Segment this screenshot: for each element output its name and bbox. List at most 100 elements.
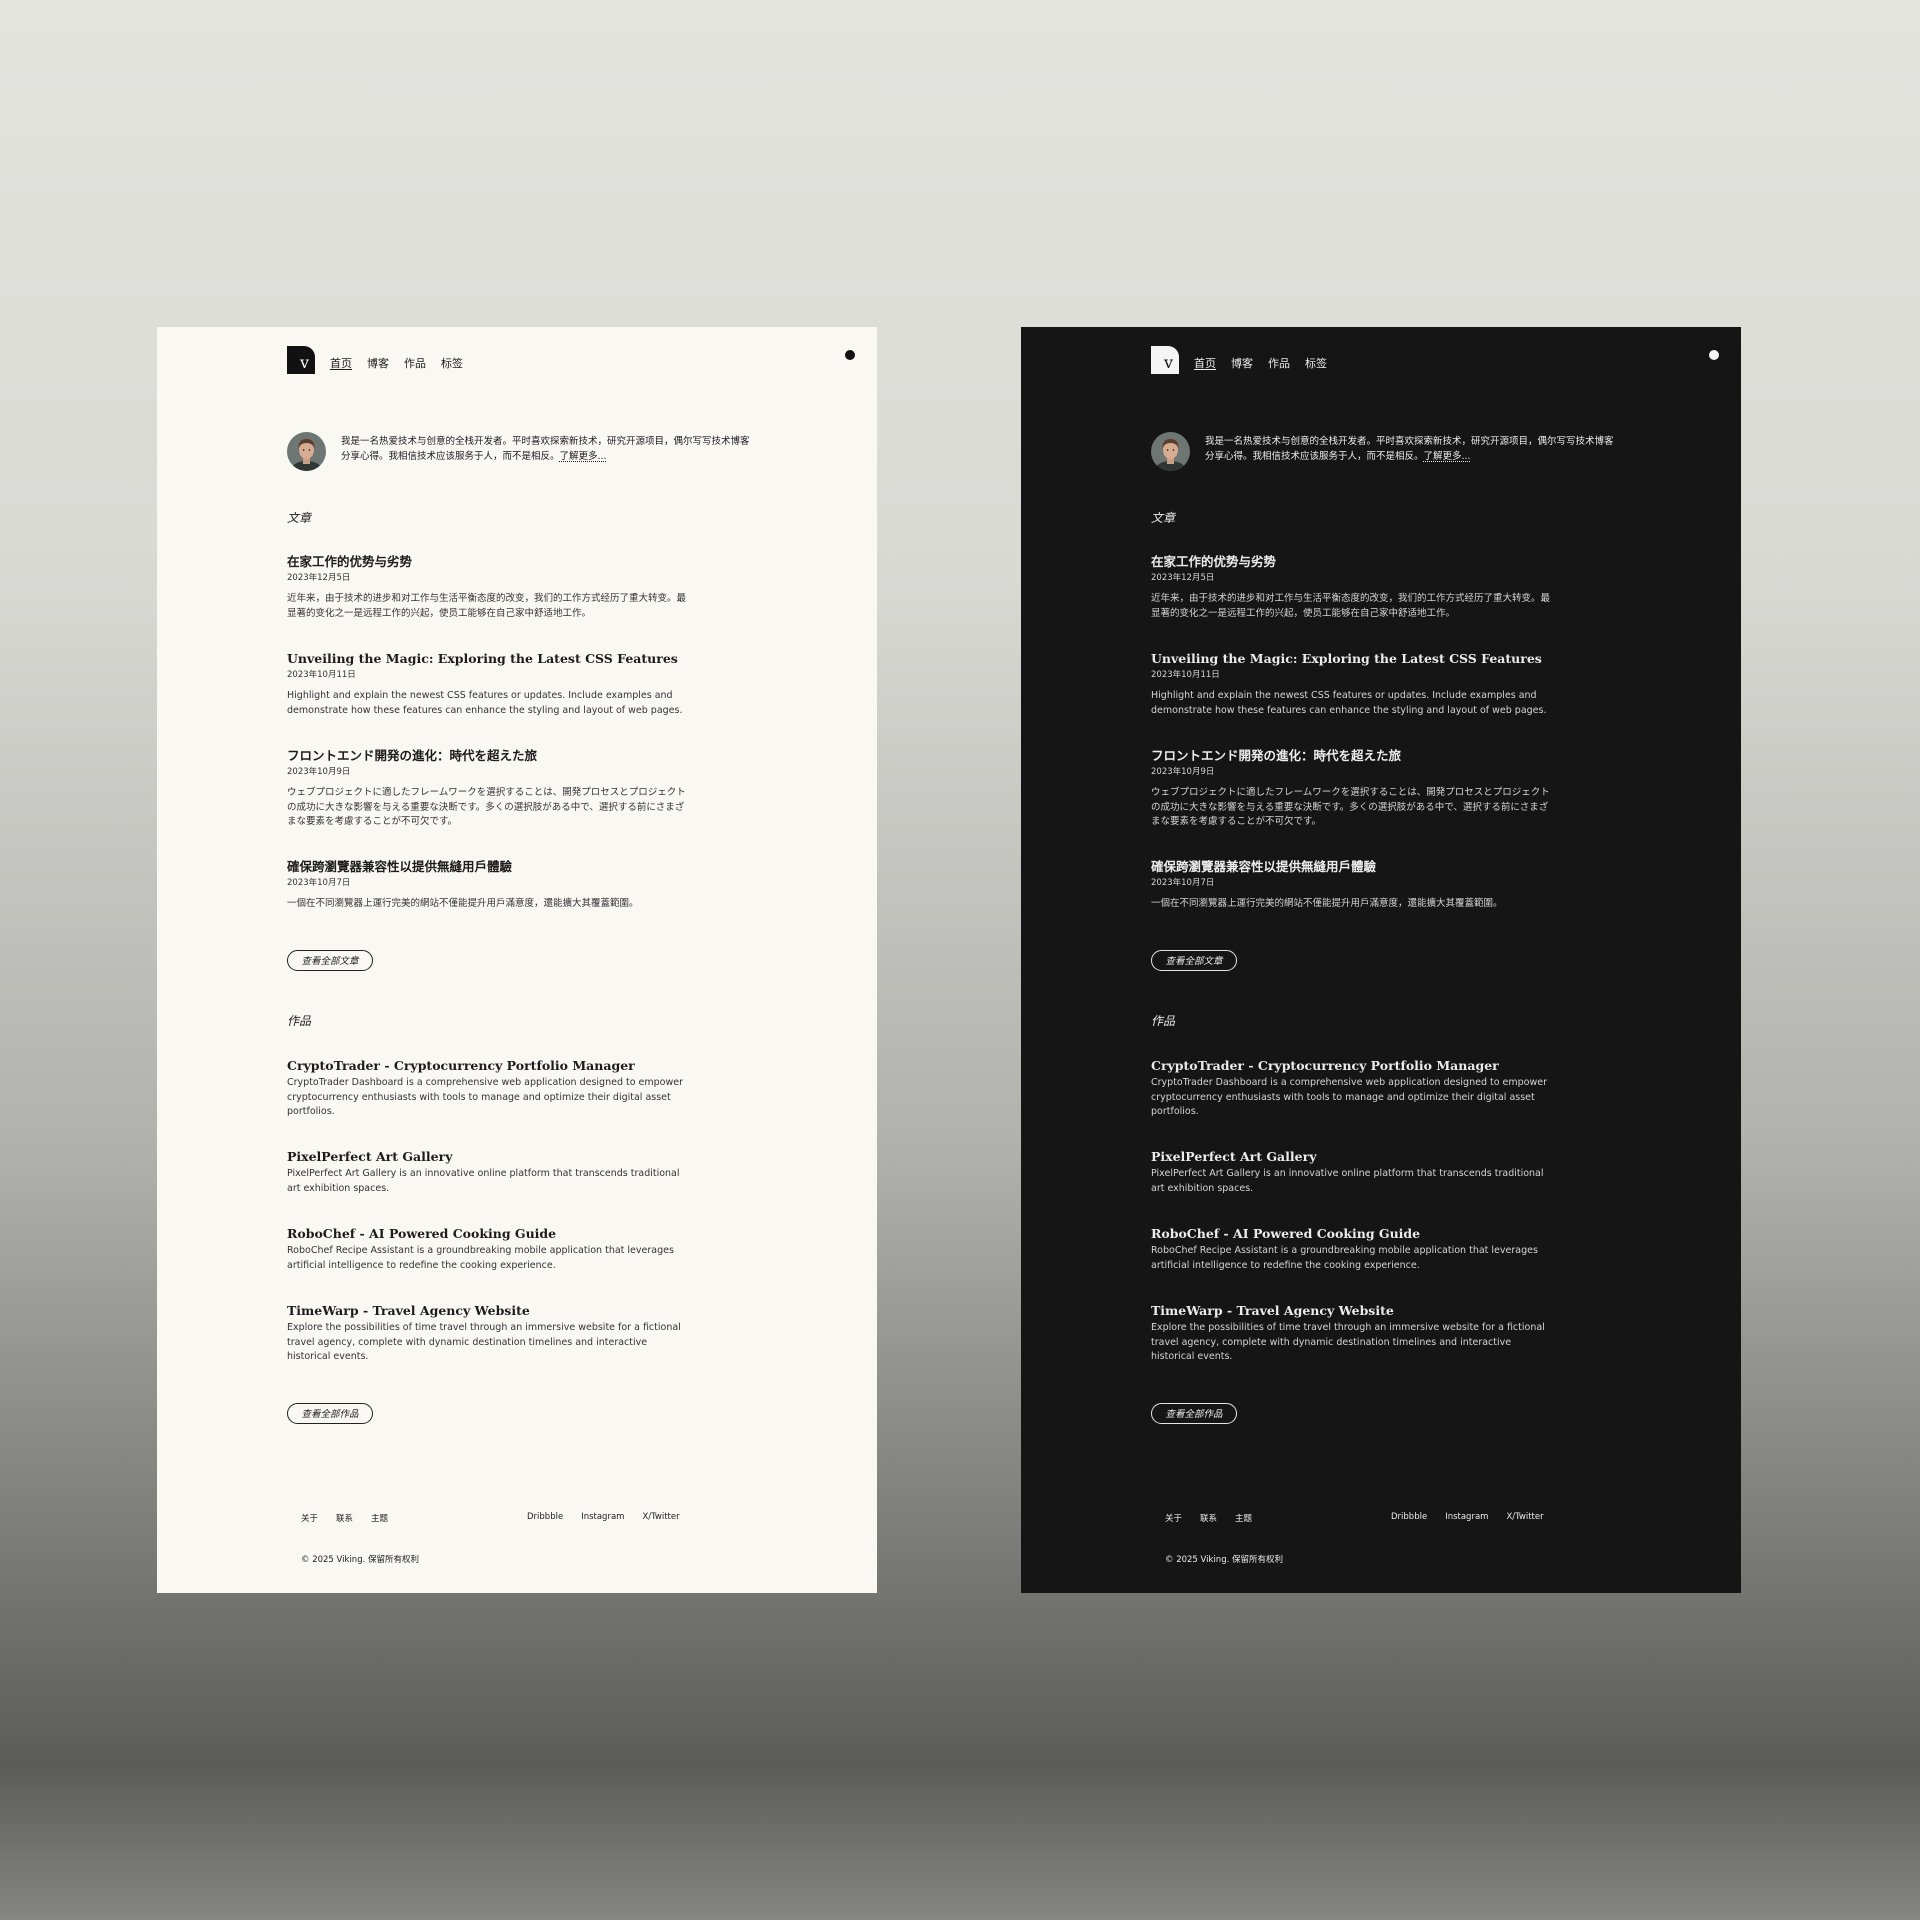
footer-contact-link[interactable]: 联系	[1200, 1512, 1217, 1524]
project-title[interactable]: TimeWarp - Travel Agency Website	[1151, 1303, 1551, 1319]
article-date: 2023年12月5日	[287, 573, 351, 583]
article-excerpt: ウェブプロジェクトに適したフレームワークを選択することは、開発プロセスとプロジェ…	[287, 787, 686, 827]
avatar	[1151, 432, 1190, 471]
project-item[interactable]: TimeWarp - Travel Agency Website Explore…	[1151, 1303, 1551, 1365]
dribbble-link[interactable]: Dribbble	[1391, 1512, 1427, 1522]
footer-nav: 关于 联系 主题	[301, 1512, 388, 1524]
twitter-link[interactable]: X/Twitter	[642, 1512, 679, 1522]
project-title[interactable]: CryptoTrader - Cryptocurrency Portfolio …	[287, 1058, 687, 1074]
nav-blog[interactable]: 博客	[1231, 355, 1253, 371]
dark-theme-preview: v 首页 博客 作品 标签 我是一名热爱技术与创意的全栈开发者。平时喜欢探索新技…	[1021, 327, 1741, 1593]
view-all-projects-button[interactable]: 查看全部作品	[1151, 1403, 1237, 1424]
article-title[interactable]: 確保跨瀏覽器兼容性以提供無縫用戶體驗	[1151, 859, 1551, 875]
footer-contact-link[interactable]: 联系	[336, 1512, 353, 1524]
project-desc: CryptoTrader Dashboard is a comprehensiv…	[287, 1077, 684, 1117]
article-item[interactable]: 確保跨瀏覽器兼容性以提供無縫用戶體驗 2023年10月7日 一個在不同瀏覽器上運…	[1151, 859, 1551, 912]
project-item[interactable]: RoboChef - AI Powered Cooking Guide Robo…	[287, 1226, 687, 1273]
article-title[interactable]: Unveiling the Magic: Exploring the Lates…	[287, 651, 687, 667]
project-title[interactable]: RoboChef - AI Powered Cooking Guide	[287, 1226, 687, 1242]
intro: 我是一名热爱技术与创意的全栈开发者。平时喜欢探索新技术，研究开源项目，偶尔写写技…	[287, 430, 757, 471]
nav-blog[interactable]: 博客	[367, 355, 389, 371]
article-item[interactable]: Unveiling the Magic: Exploring the Lates…	[287, 651, 687, 718]
project-title[interactable]: CryptoTrader - Cryptocurrency Portfolio …	[1151, 1058, 1551, 1074]
nav-works[interactable]: 作品	[1268, 355, 1290, 371]
project-item[interactable]: PixelPerfect Art Gallery PixelPerfect Ar…	[287, 1149, 687, 1196]
article-item[interactable]: フロントエンド開発の進化：時代を超えた旅 2023年10月9日 ウェブプロジェク…	[287, 748, 687, 830]
avatar	[287, 432, 326, 471]
article-item[interactable]: 在家工作的优势与劣势 2023年12月5日 近年来，由于技术的进步和对工作与生活…	[287, 554, 687, 621]
footer-theme-link[interactable]: 主题	[371, 1512, 388, 1524]
articles-heading: 文章	[287, 511, 312, 525]
intro-body: 我是一名热爱技术与创意的全栈开发者。平时喜欢探索新技术，研究开源项目，偶尔写写技…	[341, 436, 750, 462]
nav-tags[interactable]: 标签	[1305, 355, 1327, 371]
footer-nav: 关于 联系 主题	[1165, 1512, 1252, 1524]
article-date: 2023年10月9日	[1151, 767, 1215, 777]
article-title[interactable]: 在家工作的优势与劣势	[287, 554, 687, 570]
main-nav: 首页 博客 作品 标签	[330, 355, 463, 371]
project-title[interactable]: TimeWarp - Travel Agency Website	[287, 1303, 687, 1319]
logo-v-icon[interactable]: v	[287, 346, 315, 374]
article-excerpt: Highlight and explain the newest CSS fea…	[1151, 690, 1547, 716]
view-all-articles-button[interactable]: 查看全部文章	[1151, 950, 1237, 971]
instagram-link[interactable]: Instagram	[1445, 1512, 1488, 1522]
theme-toggle-icon[interactable]	[1709, 350, 1719, 360]
intro-text: 我是一名热爱技术与创意的全栈开发者。平时喜欢探索新技术，研究开源项目，偶尔写写技…	[1205, 434, 1621, 464]
article-item[interactable]: フロントエンド開発の進化：時代を超えた旅 2023年10月9日 ウェブプロジェク…	[1151, 748, 1551, 830]
learn-more-link[interactable]: 了解更多...	[560, 451, 607, 462]
instagram-link[interactable]: Instagram	[581, 1512, 624, 1522]
twitter-link[interactable]: X/Twitter	[1506, 1512, 1543, 1522]
project-item[interactable]: CryptoTrader - Cryptocurrency Portfolio …	[287, 1058, 687, 1120]
site-header: v 首页 博客 作品 标签	[287, 346, 861, 376]
project-title[interactable]: PixelPerfect Art Gallery	[1151, 1149, 1551, 1165]
article-title[interactable]: 在家工作的优势与劣势	[1151, 554, 1551, 570]
copyright: © 2025 Viking. 保留所有权利	[301, 1555, 419, 1565]
article-item[interactable]: 確保跨瀏覽器兼容性以提供無縫用戶體驗 2023年10月7日 一個在不同瀏覽器上運…	[287, 859, 687, 912]
footer-about-link[interactable]: 关于	[1165, 1512, 1182, 1524]
article-item[interactable]: Unveiling the Magic: Exploring the Lates…	[1151, 651, 1551, 718]
nav-works[interactable]: 作品	[404, 355, 426, 371]
article-excerpt: 近年来，由于技术的进步和对工作与生活平衡态度的改变，我们的工作方式经历了重大转变…	[1151, 593, 1551, 619]
project-desc: RoboChef Recipe Assistant is a groundbre…	[287, 1245, 674, 1271]
dribbble-link[interactable]: Dribbble	[527, 1512, 563, 1522]
nav-home[interactable]: 首页	[1194, 355, 1216, 371]
article-title[interactable]: 確保跨瀏覽器兼容性以提供無縫用戶體驗	[287, 859, 687, 875]
article-title[interactable]: フロントエンド開発の進化：時代を超えた旅	[287, 748, 687, 764]
intro-text: 我是一名热爱技术与创意的全栈开发者。平时喜欢探索新技术，研究开源项目，偶尔写写技…	[341, 434, 757, 464]
project-desc: RoboChef Recipe Assistant is a groundbre…	[1151, 1245, 1538, 1271]
article-date: 2023年10月11日	[287, 670, 356, 680]
nav-tags[interactable]: 标签	[441, 355, 463, 371]
project-item[interactable]: TimeWarp - Travel Agency Website Explore…	[287, 1303, 687, 1365]
articles-heading: 文章	[1151, 511, 1176, 525]
article-item[interactable]: 在家工作的优势与劣势 2023年12月5日 近年来，由于技术的进步和对工作与生活…	[1151, 554, 1551, 621]
view-all-projects-button[interactable]: 查看全部作品	[287, 1403, 373, 1424]
theme-toggle-icon[interactable]	[845, 350, 855, 360]
logo-letter: v	[1164, 353, 1174, 372]
nav-home[interactable]: 首页	[330, 355, 352, 371]
learn-more-link[interactable]: 了解更多...	[1424, 451, 1471, 462]
footer-about-link[interactable]: 关于	[301, 1512, 318, 1524]
project-title[interactable]: RoboChef - AI Powered Cooking Guide	[1151, 1226, 1551, 1242]
project-desc: PixelPerfect Art Gallery is an innovativ…	[287, 1168, 680, 1194]
site-header: v 首页 博客 作品 标签	[1151, 346, 1725, 376]
footer-theme-link[interactable]: 主题	[1235, 1512, 1252, 1524]
light-theme-preview: v 首页 博客 作品 标签 我是一名热爱技术与创意的全栈开发者。平时喜欢探索新技…	[157, 327, 877, 1593]
article-date: 2023年12月5日	[1151, 573, 1215, 583]
view-all-articles-button[interactable]: 查看全部文章	[287, 950, 373, 971]
intro: 我是一名热爱技术与创意的全栈开发者。平时喜欢探索新技术，研究开源项目，偶尔写写技…	[1151, 430, 1621, 471]
project-item[interactable]: RoboChef - AI Powered Cooking Guide Robo…	[1151, 1226, 1551, 1273]
copyright: © 2025 Viking. 保留所有权利	[1165, 1555, 1283, 1565]
project-desc: Explore the possibilities of time travel…	[287, 1322, 681, 1362]
project-item[interactable]: PixelPerfect Art Gallery PixelPerfect Ar…	[1151, 1149, 1551, 1196]
project-desc: PixelPerfect Art Gallery is an innovativ…	[1151, 1168, 1544, 1194]
article-excerpt: 一個在不同瀏覽器上運行完美的網站不僅能提升用戶滿意度，還能擴大其覆蓋範圍。	[287, 898, 639, 909]
project-desc: Explore the possibilities of time travel…	[1151, 1322, 1545, 1362]
article-title[interactable]: Unveiling the Magic: Exploring the Lates…	[1151, 651, 1551, 667]
main-nav: 首页 博客 作品 标签	[1194, 355, 1327, 371]
logo-v-icon[interactable]: v	[1151, 346, 1179, 374]
projects-heading: 作品	[1151, 1014, 1176, 1028]
article-date: 2023年10月11日	[1151, 670, 1220, 680]
project-item[interactable]: CryptoTrader - Cryptocurrency Portfolio …	[1151, 1058, 1551, 1120]
project-title[interactable]: PixelPerfect Art Gallery	[287, 1149, 687, 1165]
article-excerpt: 近年来，由于技术的进步和对工作与生活平衡态度的改变，我们的工作方式经历了重大转变…	[287, 593, 687, 619]
article-title[interactable]: フロントエンド開発の進化：時代を超えた旅	[1151, 748, 1551, 764]
